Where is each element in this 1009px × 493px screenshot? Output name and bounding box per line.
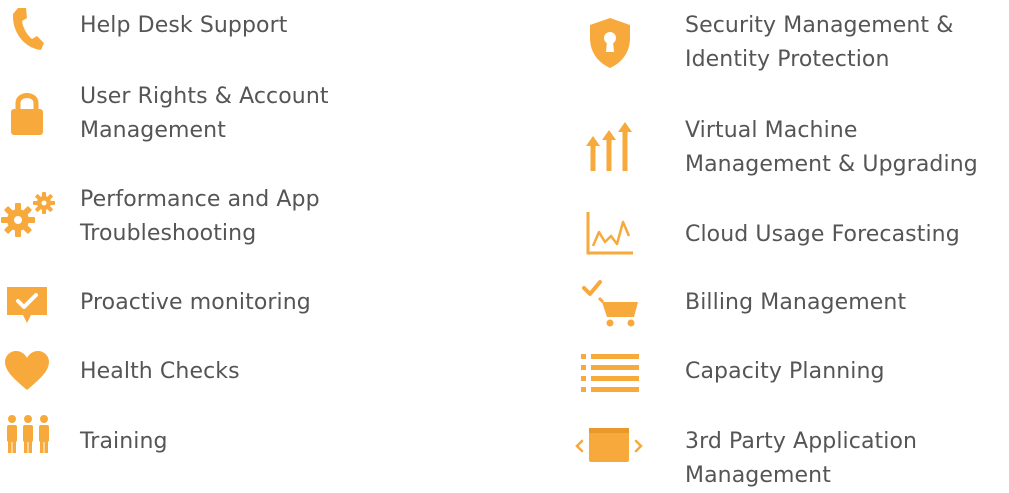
label-line: Training <box>80 429 168 454</box>
app-window-icon <box>574 425 644 465</box>
heart-icon <box>4 350 50 392</box>
label-line: Billing Management <box>685 290 907 315</box>
people-icon <box>4 414 52 454</box>
cart-check-icon <box>582 280 640 328</box>
gears-icon <box>0 190 58 238</box>
monitor-check-icon <box>5 285 49 325</box>
label-line: Identity Protection <box>685 47 890 72</box>
label-line: Virtual Machine <box>685 118 858 143</box>
label-line: Cloud Usage Forecasting <box>685 222 960 247</box>
label-line: Performance and App <box>80 187 320 212</box>
label-line: 3rd Party Application <box>685 429 918 454</box>
label-line: Help Desk Support <box>80 13 288 38</box>
label-line: Management <box>685 463 831 488</box>
label-line: Troubleshooting <box>80 221 257 246</box>
list-icon <box>580 352 640 392</box>
line-chart-icon <box>585 210 635 256</box>
phone-icon <box>10 6 46 52</box>
shield-lock-icon <box>588 16 632 70</box>
label-line: Management & Upgrading <box>685 152 978 177</box>
label-line: Security Management & <box>685 13 954 38</box>
upgrade-arrows-icon <box>583 122 635 172</box>
label-line: Health Checks <box>80 359 240 384</box>
label-line: Management <box>80 118 226 143</box>
services-grid: Help Desk Support User Rights & Account … <box>0 0 1009 490</box>
lock-icon <box>8 90 46 136</box>
label-line: User Rights & Account <box>80 84 329 109</box>
label-line: Capacity Planning <box>685 359 885 384</box>
label-line: Proactive monitoring <box>80 290 311 315</box>
